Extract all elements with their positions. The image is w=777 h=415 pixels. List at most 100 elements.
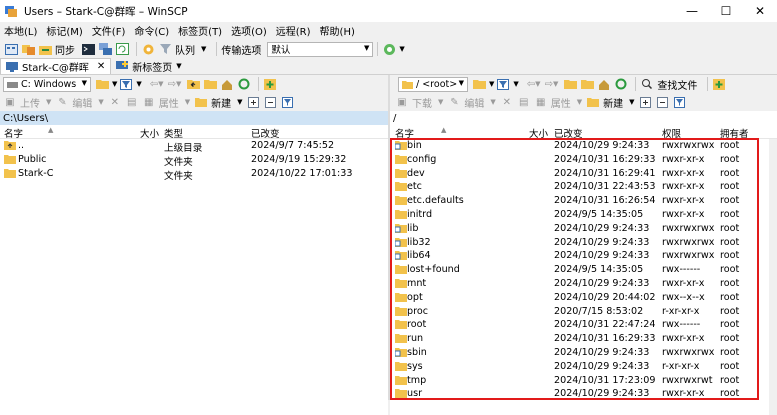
local-browse-icon[interactable]	[4, 42, 18, 56]
properties-button[interactable]: 属性	[159, 95, 179, 110]
rename-icon[interactable]: ▤	[517, 95, 531, 109]
chevron-down-icon[interactable]: ▼	[629, 98, 634, 106]
add-icon[interactable]	[639, 95, 653, 109]
edit-icon[interactable]: ✎	[55, 95, 69, 109]
back-icon[interactable]: ⇦	[527, 79, 535, 90]
new-icon[interactable]	[194, 95, 208, 109]
menu-local[interactable]: 本地(L)	[4, 23, 37, 38]
filter-select-icon[interactable]	[281, 95, 295, 109]
compare-dirs-icon[interactable]	[21, 42, 35, 56]
local-drive-select[interactable]: C: Windows ▼	[3, 76, 91, 92]
putty-icon[interactable]	[98, 42, 112, 56]
properties-icon[interactable]: ▦	[142, 95, 156, 109]
forward-icon[interactable]: ⇨	[545, 79, 553, 90]
chevron-down-icon[interactable]: ▼	[490, 98, 495, 106]
rename-icon[interactable]: ▤	[125, 95, 139, 109]
bookmark-icon[interactable]	[263, 77, 277, 91]
transfer-settings-dropdown-icon[interactable]: ▼	[399, 45, 404, 53]
chevron-down-icon[interactable]: ▼	[535, 80, 540, 88]
col-size[interactable]: 大小	[140, 126, 159, 140]
delete-icon[interactable]: ✕	[108, 95, 122, 109]
properties-icon[interactable]: ▦	[534, 95, 548, 109]
new-button[interactable]: 新建	[603, 95, 623, 110]
tab-session[interactable]: Stark-C@群晖 ✕	[0, 58, 112, 74]
col-modified[interactable]: 已改变	[251, 126, 280, 140]
menu-options[interactable]: 选项(O)	[231, 23, 267, 38]
menu-file[interactable]: 文件(F)	[92, 23, 126, 38]
maximize-button[interactable]: ☐	[709, 0, 743, 22]
bookmark-icon[interactable]	[712, 77, 726, 91]
list-item[interactable]: Stark-C 文件夹 2024/10/22 17:01:33	[0, 167, 388, 182]
chevron-down-icon[interactable]: ▼	[438, 98, 443, 106]
parent-dir-icon[interactable]	[563, 77, 577, 91]
download-button[interactable]: 下载	[412, 95, 432, 110]
find-files-button[interactable]: 查找文件	[657, 77, 697, 92]
queue-button[interactable]: 队列	[175, 42, 195, 57]
list-item[interactable]: .. 上级目录 2024/9/7 7:45:52	[0, 139, 388, 154]
chevron-down-icon[interactable]: ▼	[513, 80, 518, 88]
minimize-button[interactable]: —	[675, 0, 709, 22]
chevron-down-icon[interactable]: ▼	[98, 98, 103, 106]
find-files-icon[interactable]	[640, 77, 654, 91]
back-icon[interactable]: ⇦	[150, 79, 158, 90]
refresh-sync-icon[interactable]	[115, 42, 129, 56]
root-dir-icon[interactable]	[580, 77, 594, 91]
refresh-icon[interactable]	[614, 77, 628, 91]
remote-scrollbar[interactable]	[769, 139, 777, 415]
filter-icon[interactable]	[119, 77, 133, 91]
chevron-down-icon[interactable]: ▼	[46, 98, 51, 106]
new-icon[interactable]	[586, 95, 600, 109]
menu-tabs[interactable]: 标签页(T)	[178, 23, 222, 38]
filter-icon[interactable]	[496, 77, 510, 91]
gear-icon[interactable]	[141, 42, 155, 56]
sync-button[interactable]: 同步	[55, 42, 75, 57]
upload-button[interactable]: 上传	[20, 95, 40, 110]
close-button[interactable]: ✕	[743, 0, 777, 22]
queue-dropdown-icon[interactable]: ▼	[201, 45, 206, 53]
sync-browse-icon[interactable]	[38, 42, 52, 56]
open-folder-icon[interactable]	[95, 77, 109, 91]
filter-select-icon[interactable]	[673, 95, 687, 109]
menu-mark[interactable]: 标记(M)	[46, 23, 82, 38]
minus-icon[interactable]	[656, 95, 670, 109]
menu-help[interactable]: 帮助(H)	[320, 23, 355, 38]
transfer-settings-icon[interactable]	[382, 42, 396, 56]
open-folder-icon[interactable]	[472, 77, 486, 91]
home-icon[interactable]	[220, 77, 234, 91]
menu-commands[interactable]: 命令(C)	[134, 23, 169, 38]
edit-button[interactable]: 编辑	[464, 95, 484, 110]
menu-remote[interactable]: 远程(R)	[276, 23, 311, 38]
chevron-down-icon[interactable]: ▼	[136, 80, 141, 88]
queue-icon[interactable]	[158, 42, 172, 56]
forward-icon[interactable]: ⇨	[168, 79, 176, 90]
delete-icon[interactable]: ✕	[500, 95, 514, 109]
chevron-down-icon[interactable]: ▼	[185, 98, 190, 106]
edit-icon[interactable]: ✎	[447, 95, 461, 109]
chevron-down-icon[interactable]: ▼	[237, 98, 242, 106]
col-type[interactable]: 类型	[164, 126, 183, 140]
tab-close-icon[interactable]: ✕	[97, 61, 105, 72]
transfer-preset-select[interactable]: 默认 ▼	[267, 41, 374, 57]
refresh-icon[interactable]	[237, 77, 251, 91]
upload-icon[interactable]: ▣	[3, 95, 17, 109]
chevron-down-icon[interactable]: ▼	[489, 80, 494, 88]
home-icon[interactable]	[597, 77, 611, 91]
chevron-down-icon[interactable]: ▼	[553, 80, 558, 88]
edit-button[interactable]: 编辑	[72, 95, 92, 110]
chevron-down-icon[interactable]: ▼	[577, 98, 582, 106]
chevron-down-icon[interactable]: ▼	[112, 80, 117, 88]
add-icon[interactable]	[247, 95, 261, 109]
root-dir-icon[interactable]	[203, 77, 217, 91]
chevron-down-icon[interactable]: ▼	[158, 80, 163, 88]
remote-folder-select[interactable]: / <root> ▼	[398, 76, 468, 92]
properties-button[interactable]: 属性	[551, 95, 571, 110]
list-item[interactable]: Public 文件夹 2024/9/19 15:29:32	[0, 153, 388, 168]
chevron-down-icon[interactable]: ▼	[176, 80, 181, 88]
tab-new[interactable]: 新标签页 ▼	[111, 58, 186, 74]
col-name[interactable]: 名字	[4, 126, 23, 140]
download-icon[interactable]: ▣	[395, 95, 409, 109]
parent-dir-icon[interactable]	[186, 77, 200, 91]
chevron-down-icon[interactable]: ▼	[176, 62, 181, 70]
minus-icon[interactable]	[264, 95, 278, 109]
new-button[interactable]: 新建	[211, 95, 231, 110]
